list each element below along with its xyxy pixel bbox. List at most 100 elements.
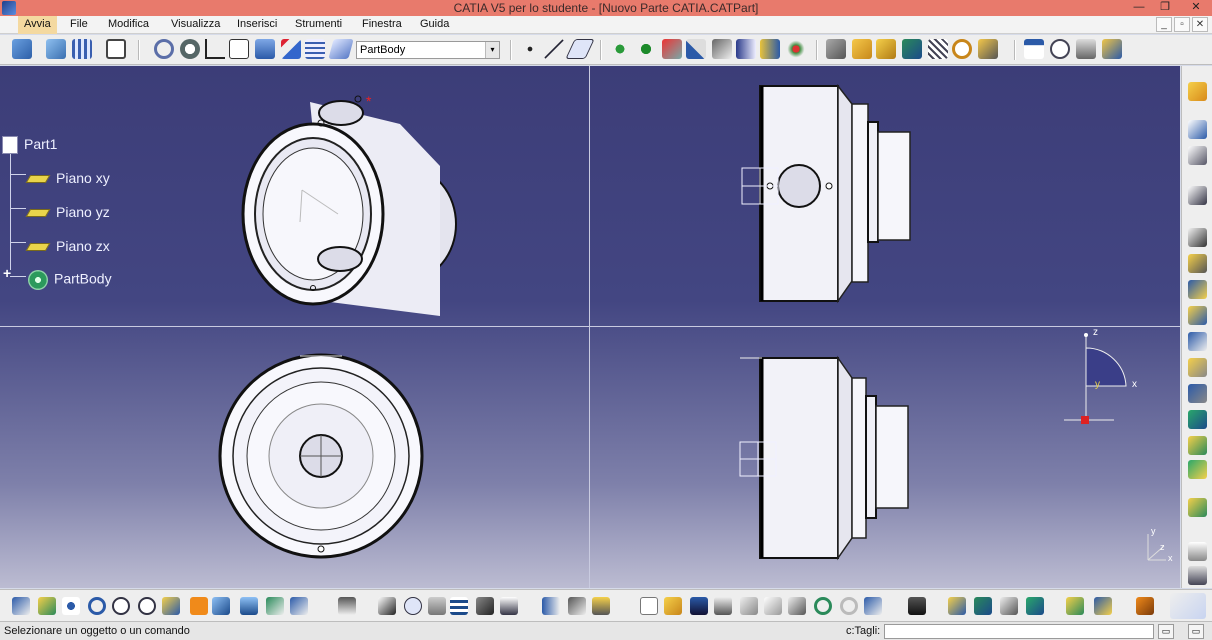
rule-icon[interactable] — [428, 597, 446, 615]
hide-show-icon[interactable] — [266, 597, 284, 615]
spec-tree-icon[interactable] — [12, 39, 32, 59]
sketch-analysis-icon[interactable] — [948, 597, 966, 615]
iso-view-icon[interactable] — [212, 597, 230, 615]
tree-node-piano-zx[interactable]: Piano zx — [25, 238, 110, 254]
shade-icon[interactable] — [826, 39, 846, 59]
shade-edges-icon[interactable] — [852, 39, 872, 59]
menu-guida[interactable]: Guida — [414, 16, 455, 34]
annotation-icon[interactable] — [1024, 39, 1044, 59]
knowledge-icon[interactable] — [404, 597, 422, 615]
maximize-button[interactable]: ❐ — [1152, 0, 1178, 16]
pocket-icon[interactable] — [1188, 254, 1207, 273]
pan-icon[interactable] — [180, 39, 200, 59]
menu-file[interactable]: File — [64, 16, 94, 34]
tools-icon[interactable] — [1136, 597, 1154, 615]
cylinder-icon[interactable] — [255, 39, 275, 59]
doc-restore-button[interactable]: ▫ — [1174, 17, 1190, 32]
rib-icon[interactable] — [1188, 358, 1207, 377]
cut-icon[interactable] — [740, 597, 758, 615]
sketch-plane-icon[interactable] — [565, 39, 595, 59]
material-icon[interactable] — [876, 39, 896, 59]
zoom-out-icon[interactable] — [138, 597, 156, 615]
update-icon[interactable] — [338, 597, 356, 615]
undo-icon[interactable] — [814, 597, 832, 615]
view-mode-icon[interactable] — [978, 39, 998, 59]
inertia-icon[interactable] — [500, 597, 518, 615]
snap-icon[interactable] — [662, 39, 682, 59]
publish-icon[interactable] — [1102, 39, 1122, 59]
fillet-icon[interactable] — [1188, 410, 1207, 429]
target-icon[interactable] — [952, 39, 972, 59]
sketch-icon[interactable] — [1188, 120, 1207, 139]
table-icon[interactable] — [450, 597, 468, 615]
pad-icon[interactable] — [1188, 228, 1207, 247]
axis-icon[interactable] — [205, 39, 225, 59]
menu-finestra[interactable]: Finestra — [356, 16, 408, 34]
rotate-view-icon[interactable] — [88, 597, 106, 615]
zoom-in-icon[interactable] — [112, 597, 130, 615]
line-icon[interactable] — [544, 39, 564, 59]
tree-node-piano-xy[interactable]: Piano xy — [25, 170, 110, 186]
measure-item-icon[interactable] — [476, 597, 494, 615]
close-button[interactable]: ✕ — [1180, 0, 1212, 16]
grid-icon[interactable] — [72, 39, 92, 59]
chamfer-icon[interactable] — [1188, 436, 1207, 455]
viewport[interactable]: * z x y y x z Part1 Piano xy Piano yz Pi… — [0, 66, 1180, 588]
constraint-icon[interactable] — [786, 39, 806, 59]
create-multiview-icon[interactable] — [190, 597, 208, 615]
menu-visualizza[interactable]: Visualizza — [165, 16, 226, 34]
positioned-sketch-icon[interactable] — [1188, 146, 1207, 165]
status-button-2[interactable]: ▭ — [1188, 624, 1204, 639]
publication-icon[interactable] — [1094, 597, 1112, 615]
multi-view-icon[interactable] — [46, 39, 66, 59]
shading-icon[interactable] — [240, 597, 258, 615]
doc-minimize-button[interactable]: _ — [1156, 17, 1172, 32]
wireframe-icon[interactable] — [928, 39, 948, 59]
command-input[interactable] — [884, 624, 1154, 639]
measure-between-icon[interactable] — [542, 597, 560, 615]
chevron-down-icon[interactable]: ▾ — [485, 42, 499, 58]
tree-node-partbody[interactable]: PartBody — [28, 270, 112, 290]
paste-icon[interactable] — [788, 597, 806, 615]
translate-icon[interactable] — [636, 39, 656, 59]
slot-icon[interactable] — [1188, 384, 1207, 403]
catalog-icon[interactable] — [592, 597, 610, 615]
list-icon[interactable] — [305, 39, 325, 59]
new-icon[interactable] — [640, 597, 658, 615]
plane-icon[interactable] — [328, 39, 354, 59]
capture-icon[interactable] — [908, 597, 926, 615]
align-icon[interactable] — [736, 39, 756, 59]
flag-note-icon[interactable] — [1050, 39, 1070, 59]
help-icon[interactable] — [864, 597, 882, 615]
ruler-icon[interactable] — [760, 39, 780, 59]
mirror-icon[interactable] — [1188, 542, 1207, 561]
coordinates-icon[interactable] — [229, 39, 249, 59]
render-icon[interactable] — [902, 39, 922, 59]
hole-icon[interactable] — [1188, 332, 1207, 351]
curvature-icon[interactable] — [1000, 597, 1018, 615]
swap-space-icon[interactable] — [290, 597, 308, 615]
thread-icon[interactable] — [1026, 597, 1044, 615]
groove-icon[interactable] — [1188, 306, 1207, 325]
save-icon[interactable] — [690, 597, 708, 615]
copy-icon[interactable] — [764, 597, 782, 615]
select-arrow-icon[interactable] — [1188, 82, 1207, 101]
menu-avvia[interactable]: Avvia — [18, 16, 57, 34]
tree-node-piano-yz[interactable]: Piano yz — [25, 204, 110, 220]
move-icon[interactable] — [610, 39, 630, 59]
tree-node-part1[interactable]: Part1 — [2, 136, 57, 155]
body-selector[interactable]: PartBody ▾ — [356, 41, 500, 59]
status-button-1[interactable]: ▭ — [1158, 624, 1174, 639]
minimize-button[interactable]: — — [1126, 0, 1152, 16]
catalog-browser-icon[interactable] — [1066, 597, 1084, 615]
normal-view-icon[interactable] — [162, 597, 180, 615]
fit-all-in-icon[interactable] — [38, 597, 56, 615]
redo-icon[interactable] — [840, 597, 858, 615]
apply-material-icon[interactable] — [568, 597, 586, 615]
draft-analysis-icon[interactable] — [974, 597, 992, 615]
edit-sketch-icon[interactable] — [1188, 186, 1207, 205]
doc-close-button[interactable]: ✕ — [1192, 17, 1208, 32]
menu-strumenti[interactable]: Strumenti — [289, 16, 348, 34]
angle-icon[interactable] — [712, 39, 732, 59]
pan-view-icon[interactable] — [62, 597, 80, 615]
